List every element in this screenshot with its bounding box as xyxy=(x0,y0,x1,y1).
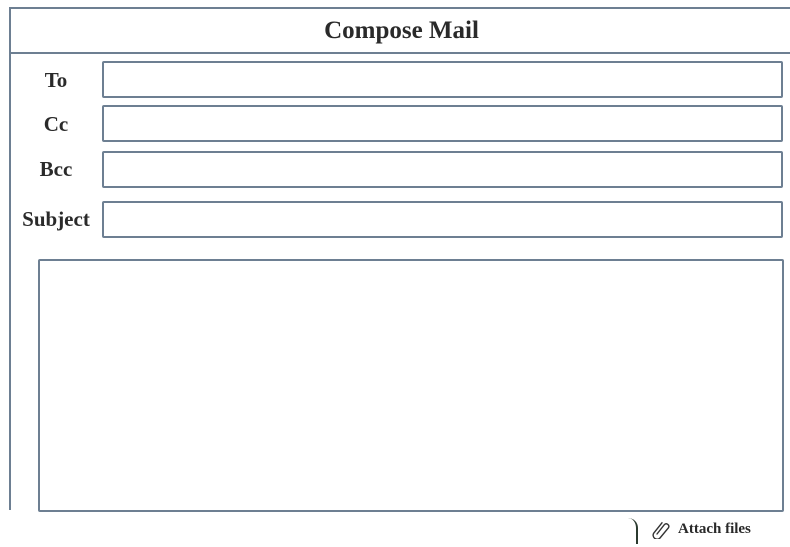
attach-files-button[interactable]: Attach files xyxy=(652,516,751,542)
footer-divider xyxy=(628,518,638,544)
to-label: To xyxy=(44,67,68,92)
compose-footer: Attach files xyxy=(0,510,790,547)
compose-title-bar: Compose Mail xyxy=(11,9,790,54)
subject-label: Subject xyxy=(22,206,90,231)
bcc-label: Bcc xyxy=(39,156,73,181)
cc-label: Cc xyxy=(43,111,69,136)
bcc-field[interactable] xyxy=(102,151,783,188)
compose-mail-window: Compose Mail To Cc Bcc Subject xyxy=(9,7,790,512)
attach-files-label: Attach files xyxy=(678,520,751,537)
paperclip-icon xyxy=(652,519,670,540)
cc-field[interactable] xyxy=(102,105,783,142)
to-field[interactable] xyxy=(102,61,783,98)
message-body-textarea[interactable] xyxy=(38,259,784,512)
page-title: Compose Mail xyxy=(324,16,479,44)
subject-field[interactable] xyxy=(102,201,783,238)
